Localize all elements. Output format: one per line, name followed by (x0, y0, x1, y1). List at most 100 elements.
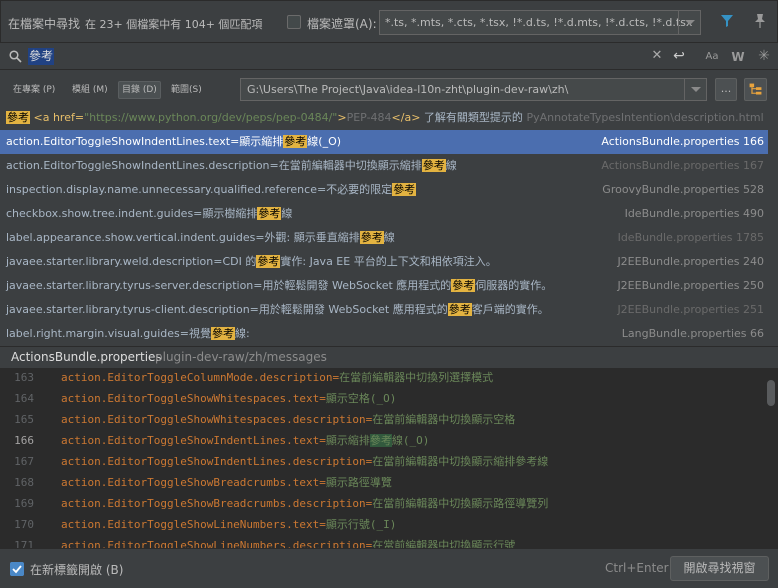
regex-icon[interactable]: ✳ (756, 48, 772, 64)
match-highlight: 參考 (421, 159, 446, 172)
result-file: IdeBundle.properties 490 (624, 207, 764, 220)
result-text: label.appearance.show.vertical.indent.gu… (6, 226, 395, 250)
result-row[interactable]: inspection.display.name.unnecessary.qual… (0, 178, 768, 202)
result-text: label.right.margin.visual.guides=視覺參考線: (6, 322, 250, 346)
result-row[interactable]: checkbox.show.tree.indent.guides=顯示樹縮排參考… (0, 202, 768, 226)
file-mask-checkbox[interactable] (287, 15, 301, 29)
result-file: J2EEBundle.properties 250 (617, 279, 764, 292)
result-pre: label.right.margin.visual.guides=視覺 (6, 327, 212, 340)
line-number: 170 (14, 518, 34, 531)
line-number: 169 (14, 497, 34, 510)
result-text: 參考 <a href="https://www.python.org/dev/p… (6, 106, 768, 130)
code-key: action.EditorToggleShowLineNumbers.text (61, 518, 320, 531)
match-highlight: 參考 (392, 183, 417, 196)
result-file: IdeBundle.properties 1785 (617, 231, 764, 244)
result-post: 線 (445, 159, 457, 172)
filter-icon[interactable] (720, 14, 734, 28)
results-list: 參考 <a href="https://www.python.org/dev/p… (0, 106, 778, 346)
pin-icon[interactable] (753, 13, 767, 29)
code-key: action.EditorToggleShowIndentLines.descr… (61, 455, 366, 468)
directory-combobox[interactable]: G:\Users\The Project\Java\idea-l10n-zht\… (240, 78, 707, 101)
code-equals: = (319, 476, 326, 489)
result-row[interactable]: action.EditorToggleShowIndentLines.text=… (0, 130, 768, 154)
result-post: 伺服器的實作。 (475, 279, 553, 292)
code-key: action.EditorToggleShowWhitespaces.text (61, 392, 320, 405)
whole-word-icon[interactable]: W (729, 49, 747, 65)
tab-scope[interactable]: 範圍(S) (168, 81, 205, 99)
line-number: 163 (14, 371, 34, 384)
preview-header: ActionsBundle.properties plugin-dev-raw/… (0, 346, 778, 368)
result-pre: checkbox.show.tree.indent.guides=顯示樹縮排 (6, 207, 258, 220)
find-in-files-header: 在檔案中尋找 在 23+ 個檔案中有 104+ 個匹配項 檔案遮罩(A): *.… (0, 0, 778, 42)
result-pre: action.EditorToggleShowIndentLines.text=… (6, 135, 284, 148)
code-key: action.EditorToggleShowIndentLines.text (61, 434, 320, 447)
result-post: 線: (235, 327, 250, 340)
result-file: J2EEBundle.properties 240 (617, 255, 764, 268)
result-row[interactable]: label.right.margin.visual.guides=視覺參考線: … (0, 322, 768, 346)
match-highlight: 參考 (447, 303, 472, 316)
module-structure-icon[interactable] (744, 78, 767, 101)
code-text: action.EditorToggleShowBreadcrumbs.descr… (61, 493, 548, 514)
result-text: action.EditorToggleShowIndentLines.text=… (6, 130, 341, 154)
result-post: 客戶端的實作。 (471, 303, 549, 316)
result-post: 實作: Java EE 平台的上下文和相依項注入。 (280, 255, 497, 268)
close-icon[interactable]: ✕ (650, 49, 664, 63)
tab-directory[interactable]: 目錄 (D) (118, 81, 161, 99)
open-in-new-tab-label: 在新標籤開啟 (B) (30, 563, 124, 577)
shortcut-hint: Ctrl+Enter (605, 561, 669, 575)
search-icon[interactable] (9, 50, 22, 63)
code-value: 顯示行號(_I) (325, 518, 397, 531)
code-equals: = (319, 392, 326, 405)
code-text: action.EditorToggleShowBreadcrumbs.text=… (61, 472, 392, 493)
result-row[interactable]: label.appearance.show.vertical.indent.gu… (0, 226, 768, 250)
match-highlight: 參考 (256, 255, 281, 268)
browse-button[interactable]: ... (715, 78, 737, 101)
code-equals: = (319, 434, 326, 447)
match-case-icon[interactable]: Aa (703, 49, 721, 65)
html-rest: 了解有關類型提示的 (420, 111, 527, 124)
code-value: 顯示空格(_O) (325, 392, 397, 405)
result-row[interactable]: action.EditorToggleShowIndentLines.descr… (0, 154, 768, 178)
code-line: 170 action.EditorToggleShowLineNumbers.t… (0, 514, 778, 535)
result-file: ActionsBundle.properties 166 (601, 135, 764, 148)
match-highlight: 參考 (283, 135, 308, 148)
code-equals: = (319, 518, 326, 531)
code-value: 在當前編輯器中切換顯示空格 (372, 413, 516, 426)
match-highlight: 參考 (257, 207, 282, 220)
line-number: 166 (14, 434, 34, 447)
code-line: 164 action.EditorToggleShowWhitespaces.t… (0, 388, 778, 409)
file-mask-combobox[interactable]: *.ts, *.mts, *.cts, *.tsx, !*.d.ts, !*.d… (379, 10, 701, 35)
code-line: 169 action.EditorToggleShowBreadcrumbs.d… (0, 493, 778, 514)
search-input[interactable]: 參考 (28, 48, 55, 65)
editor-scrollbar[interactable] (767, 380, 775, 406)
result-row[interactable]: 參考 <a href="https://www.python.org/dev/p… (0, 106, 768, 130)
chevron-down-icon[interactable] (678, 11, 700, 34)
result-text: javaee.starter.library.tyrus-client.desc… (6, 298, 549, 322)
code-text: action.EditorToggleShowLineNumbers.text=… (61, 514, 396, 535)
result-row[interactable]: javaee.starter.library.tyrus-client.desc… (0, 298, 768, 322)
html-link-text: PEP-484 (346, 111, 392, 124)
code-text: action.EditorToggleShowWhitespaces.text=… (61, 388, 396, 409)
code-line: 168 action.EditorToggleShowBreadcrumbs.t… (0, 472, 778, 493)
results-scrollbar[interactable] (768, 106, 778, 346)
open-in-new-tab-checkbox[interactable] (10, 562, 24, 576)
chevron-down-icon[interactable] (684, 79, 706, 100)
result-row[interactable]: javaee.starter.library.weld.description=… (0, 250, 768, 274)
tab-module[interactable]: 模組 (M) (69, 81, 111, 99)
new-line-icon[interactable]: ↩ (670, 48, 688, 64)
result-text: inspection.display.name.unnecessary.qual… (6, 178, 417, 202)
open-find-window-button[interactable]: 開啟尋找視窗 (670, 556, 769, 581)
result-pre: javaee.starter.library.tyrus-client.desc… (6, 303, 448, 316)
line-number: 164 (14, 392, 34, 405)
result-text: javaee.starter.library.tyrus-server.desc… (6, 274, 552, 298)
preview-file-name: ActionsBundle.properties (11, 350, 162, 364)
code-line: 163 action.EditorToggleColumnMode.descri… (0, 368, 778, 388)
code-match-highlight: 參考 (369, 434, 392, 447)
result-pre: label.appearance.show.vertical.indent.gu… (6, 231, 360, 244)
html-url: "https://www.python.org/dev/peps/pep-048… (84, 111, 338, 124)
result-row[interactable]: javaee.starter.library.tyrus-server.desc… (0, 274, 768, 298)
tab-in-project[interactable]: 在專案 (P) (10, 81, 58, 99)
code-preview[interactable]: 163 action.EditorToggleColumnMode.descri… (0, 368, 778, 548)
code-text: action.EditorToggleShowWhitespaces.descr… (61, 409, 515, 430)
code-text: action.EditorToggleColumnMode.descriptio… (61, 368, 493, 388)
